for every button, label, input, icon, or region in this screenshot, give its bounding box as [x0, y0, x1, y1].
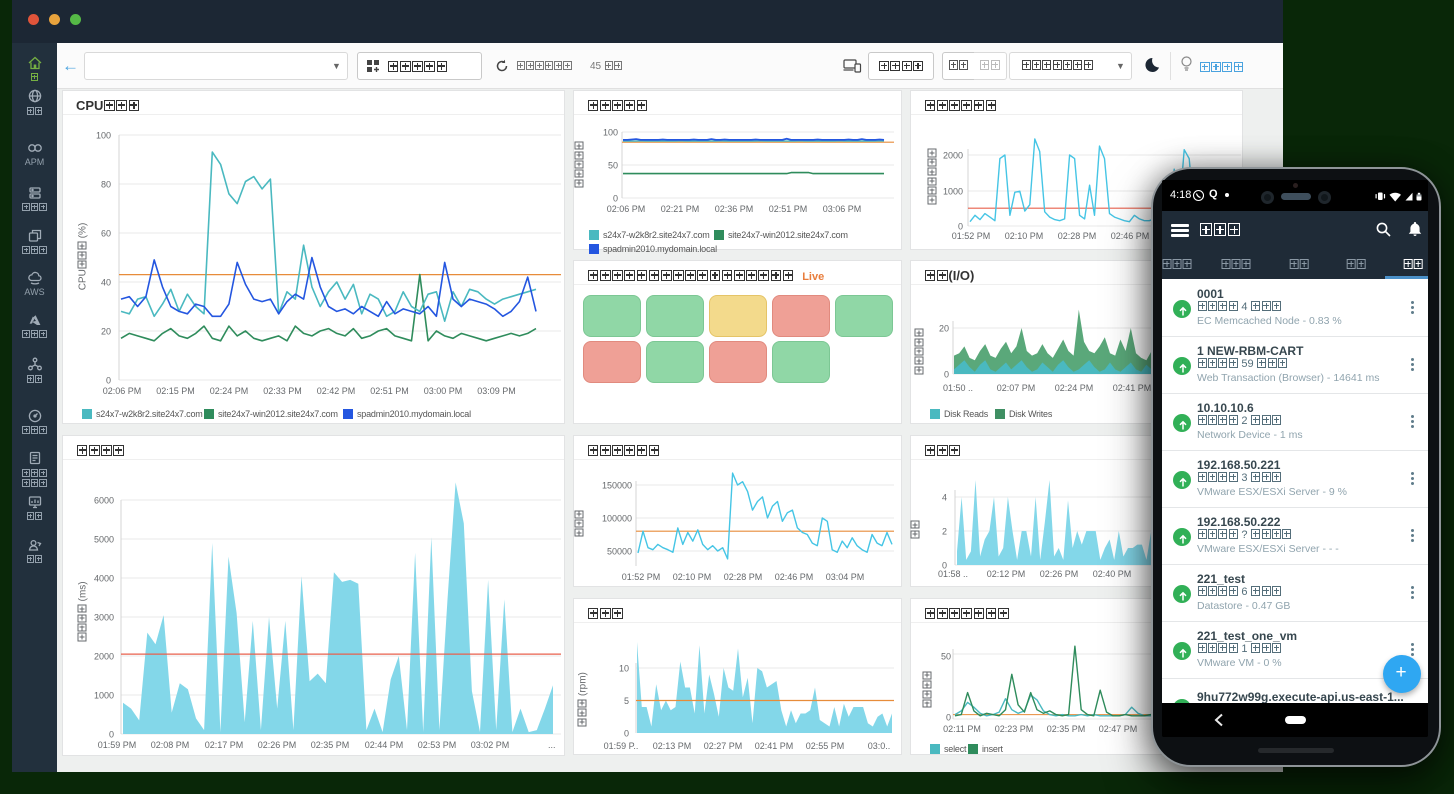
- svg-text:0: 0: [946, 713, 951, 723]
- svg-text:02:35 PM: 02:35 PM: [311, 740, 350, 750]
- svg-text:02:15 PM: 02:15 PM: [156, 386, 195, 396]
- svg-text:0: 0: [958, 222, 963, 232]
- svg-text:02:40 PM: 02:40 PM: [1093, 569, 1132, 579]
- svg-text:100000: 100000: [602, 514, 632, 524]
- svg-text:02:27 PM: 02:27 PM: [704, 741, 743, 751]
- svg-text:60: 60: [101, 229, 111, 239]
- svg-text:...: ...: [548, 740, 556, 750]
- svg-text:01:52 PM: 01:52 PM: [622, 572, 661, 582]
- svg-text:100: 100: [96, 131, 111, 141]
- svg-text:02:08 PM: 02:08 PM: [151, 740, 190, 750]
- svg-text:01:59 PM: 01:59 PM: [98, 740, 137, 750]
- svg-text:02:10 PM: 02:10 PM: [673, 572, 712, 582]
- svg-text:40: 40: [101, 278, 111, 288]
- svg-text:01:58 ..: 01:58 ..: [938, 569, 968, 579]
- svg-text:50: 50: [941, 652, 951, 662]
- svg-text:01:50 ..: 01:50 ..: [943, 383, 973, 393]
- svg-text:03:09 PM: 03:09 PM: [477, 386, 516, 396]
- svg-text:02:47 PM: 02:47 PM: [1099, 724, 1138, 734]
- svg-text:01:59 P..: 01:59 P..: [604, 741, 639, 751]
- svg-text:03:0..: 03:0..: [868, 741, 891, 751]
- svg-text:02:28 PM: 02:28 PM: [724, 572, 763, 582]
- svg-text:02:28 PM: 02:28 PM: [1058, 231, 1097, 241]
- svg-text:80: 80: [101, 180, 111, 190]
- svg-text:02:10 PM: 02:10 PM: [1005, 231, 1044, 241]
- svg-text:0: 0: [106, 376, 111, 386]
- svg-text:0: 0: [613, 194, 618, 204]
- svg-text:50: 50: [608, 161, 618, 171]
- svg-text:02:23 PM: 02:23 PM: [995, 724, 1034, 734]
- svg-text:02:44 PM: 02:44 PM: [365, 740, 404, 750]
- svg-text:03:06 PM: 03:06 PM: [823, 204, 862, 214]
- svg-text:02:12 PM: 02:12 PM: [987, 569, 1026, 579]
- svg-text:01:52 PM: 01:52 PM: [952, 231, 991, 241]
- svg-text:02:06 PM: 02:06 PM: [103, 386, 142, 396]
- svg-text:5000: 5000: [94, 535, 114, 545]
- svg-text:02:06 PM: 02:06 PM: [607, 204, 646, 214]
- svg-text:50000: 50000: [607, 547, 632, 557]
- svg-text:100: 100: [603, 128, 618, 138]
- svg-text:02:55 PM: 02:55 PM: [806, 741, 845, 751]
- svg-text:02:51 PM: 02:51 PM: [769, 204, 808, 214]
- svg-text:6000: 6000: [94, 496, 114, 506]
- svg-text:1000: 1000: [94, 691, 114, 701]
- svg-text:150000: 150000: [602, 481, 632, 491]
- svg-text:02:36 PM: 02:36 PM: [715, 204, 754, 214]
- svg-text:03:00 PM: 03:00 PM: [424, 386, 463, 396]
- svg-text:02:46 PM: 02:46 PM: [775, 572, 814, 582]
- svg-text:02:33 PM: 02:33 PM: [263, 386, 302, 396]
- svg-text:02:26 PM: 02:26 PM: [1040, 569, 1079, 579]
- svg-text:02:35 PM: 02:35 PM: [1047, 724, 1086, 734]
- svg-text:02:42 PM: 02:42 PM: [317, 386, 356, 396]
- svg-text:5: 5: [624, 696, 629, 706]
- svg-text:20: 20: [939, 324, 949, 334]
- svg-text:3000: 3000: [94, 613, 114, 623]
- svg-text:0: 0: [109, 730, 114, 740]
- svg-text:02:24 PM: 02:24 PM: [210, 386, 249, 396]
- svg-text:0: 0: [944, 370, 949, 380]
- svg-text:02:51 PM: 02:51 PM: [370, 386, 409, 396]
- svg-text:02:17 PM: 02:17 PM: [205, 740, 244, 750]
- svg-text:02:11 PM: 02:11 PM: [943, 724, 981, 734]
- svg-text:02:13 PM: 02:13 PM: [653, 741, 692, 751]
- svg-text:02:26 PM: 02:26 PM: [258, 740, 297, 750]
- svg-text:20: 20: [101, 327, 111, 337]
- svg-text:02:41 PM: 02:41 PM: [1113, 383, 1152, 393]
- svg-text:02:21 PM: 02:21 PM: [661, 204, 700, 214]
- svg-text:03:04 PM: 03:04 PM: [826, 572, 865, 582]
- svg-text:2: 2: [942, 527, 947, 537]
- svg-text:2000: 2000: [943, 151, 963, 161]
- svg-text:4000: 4000: [94, 574, 114, 584]
- svg-text:2000: 2000: [94, 652, 114, 662]
- svg-text:02:24 PM: 02:24 PM: [1055, 383, 1094, 393]
- svg-text:02:41 PM: 02:41 PM: [755, 741, 794, 751]
- svg-text:4: 4: [942, 493, 947, 503]
- svg-text:03:02 PM: 03:02 PM: [471, 740, 510, 750]
- svg-text:02:46 PM: 02:46 PM: [1111, 231, 1150, 241]
- svg-text:02:53 PM: 02:53 PM: [418, 740, 457, 750]
- svg-text:10: 10: [619, 664, 629, 674]
- svg-text:0: 0: [624, 729, 629, 739]
- svg-text:02:07 PM: 02:07 PM: [997, 383, 1036, 393]
- svg-text:1000: 1000: [943, 187, 963, 197]
